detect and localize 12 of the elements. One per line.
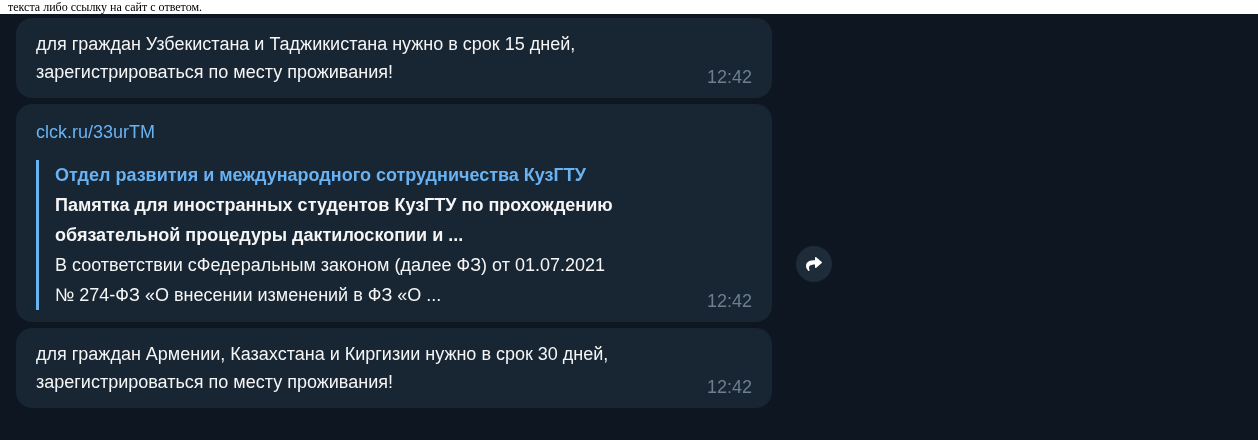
message-link[interactable]: clck.ru/33urTM <box>36 120 156 144</box>
message-time: 12:42 <box>706 292 752 310</box>
share-arrow-icon <box>806 256 822 272</box>
forward-button[interactable] <box>796 246 832 282</box>
preview-description: В соответствии сФедеральным законом (далее ФЗ) от 01.07.2021 № 274-ФЗ «О внесении изменений в ФЗ «О ... <box>55 254 606 307</box>
message-time: 12:42 <box>706 68 752 86</box>
page-text: текста либо ссылку на сайт с ответом. <box>8 1 203 14</box>
preview-title: Памятка для иностранных студентов КузГТУ по прохождению обязательной процедуры дактилоскопии и ... <box>55 194 614 247</box>
preview-site: Отдел развития и международного сотрудничества КузГТУ <box>55 164 587 187</box>
message-text: для граждан Армении, Казахстана и Киргизии нужно в срок 30 дней, зарегистрироваться по месту проживания! <box>36 343 610 394</box>
message-text: для граждан Узбекистана и Таджикистана нужно в срок 15 дней, зарегистрироваться по месту проживания! <box>36 33 577 84</box>
message-time: 12:42 <box>706 378 752 396</box>
